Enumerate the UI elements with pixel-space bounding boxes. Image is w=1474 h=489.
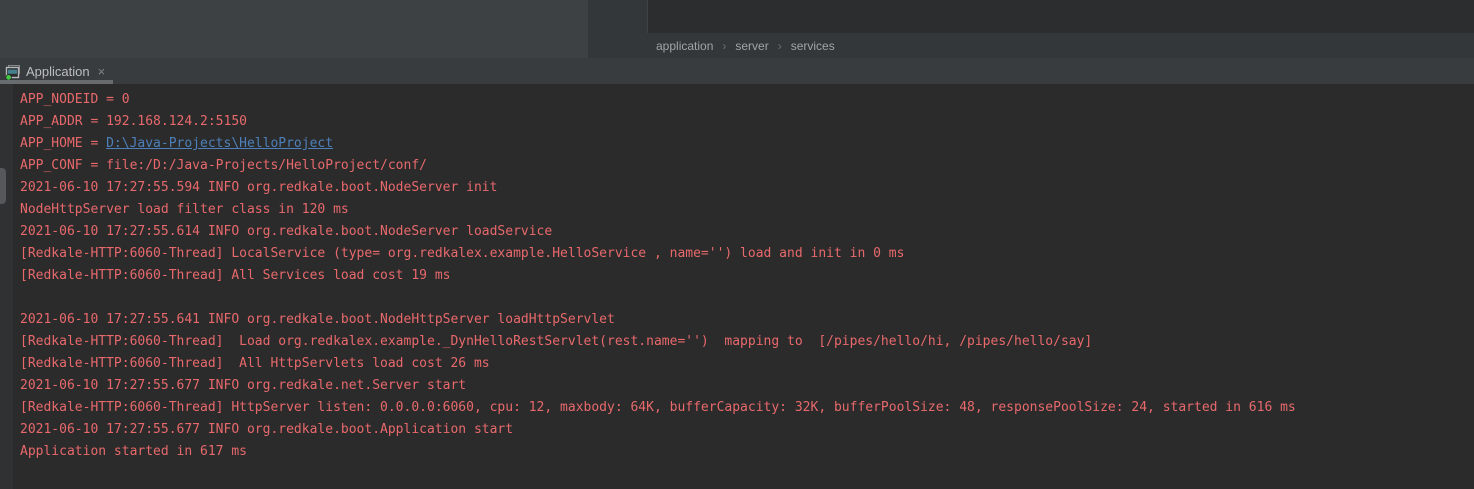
console-log-lines: APP_NODEID = 0APP_ADDR = 192.168.124.2:5… [0, 89, 1474, 463]
log-line: APP_HOME = D:\Java-Projects\HelloProject [20, 133, 1474, 155]
log-line: 2021-06-10 17:27:55.641 INFO org.redkale… [20, 309, 1474, 331]
close-icon[interactable]: × [98, 65, 106, 78]
breadcrumb-separator-icon: › [778, 39, 782, 53]
editor-top-right-panel: application › server › services [588, 0, 1474, 58]
breadcrumb-item-server[interactable]: server [735, 39, 768, 53]
log-line: APP_CONF = file:/D:/Java-Projects/HelloP… [20, 155, 1474, 177]
file-path-link[interactable]: D:\Java-Projects\HelloProject [106, 136, 333, 151]
log-line: [Redkale-HTTP:6060-Thread] All HttpServl… [20, 353, 1474, 375]
log-line: [Redkale-HTTP:6060-Thread] LocalService … [20, 243, 1474, 265]
log-line: 2021-06-10 17:27:55.614 INFO org.redkale… [20, 221, 1474, 243]
breadcrumb-item-application[interactable]: application [656, 39, 713, 53]
log-line: NodeHttpServer load filter class in 120 … [20, 199, 1474, 221]
tab-label: Application [26, 64, 90, 79]
run-toolwindow-tab-bar: Application × [0, 58, 1474, 84]
ide-window: application › server › services Application … [0, 0, 1474, 489]
log-line: 2021-06-10 17:27:55.594 INFO org.redkale… [20, 177, 1474, 199]
log-line: [Redkale-HTTP:6060-Thread] All Services … [20, 265, 1474, 287]
log-line: 2021-06-10 17:27:55.677 INFO org.redkale… [20, 419, 1474, 441]
log-line: APP_ADDR = 192.168.124.2:5150 [20, 111, 1474, 133]
breadcrumb: application › server › services [588, 33, 1474, 58]
log-line: 2021-06-10 17:27:55.677 INFO org.redkale… [20, 375, 1474, 397]
log-line: [Redkale-HTTP:6060-Thread] HttpServer li… [20, 397, 1474, 419]
log-line [20, 287, 1474, 309]
log-line-prefix: APP_HOME = [20, 136, 106, 151]
console-output-panel[interactable]: APP_NODEID = 0APP_ADDR = 192.168.124.2:5… [0, 84, 1474, 489]
editor-split-divider [588, 0, 648, 33]
console-icon [5, 64, 21, 80]
breadcrumb-item-services[interactable]: services [791, 39, 835, 53]
log-line: APP_NODEID = 0 [20, 89, 1474, 111]
breadcrumb-separator-icon: › [722, 39, 726, 53]
editor-split-area [588, 0, 1474, 33]
log-line: Application started in 617 ms [20, 441, 1474, 463]
editor-panel [0, 0, 588, 58]
log-line: [Redkale-HTTP:6060-Thread] Load org.redk… [20, 331, 1474, 353]
